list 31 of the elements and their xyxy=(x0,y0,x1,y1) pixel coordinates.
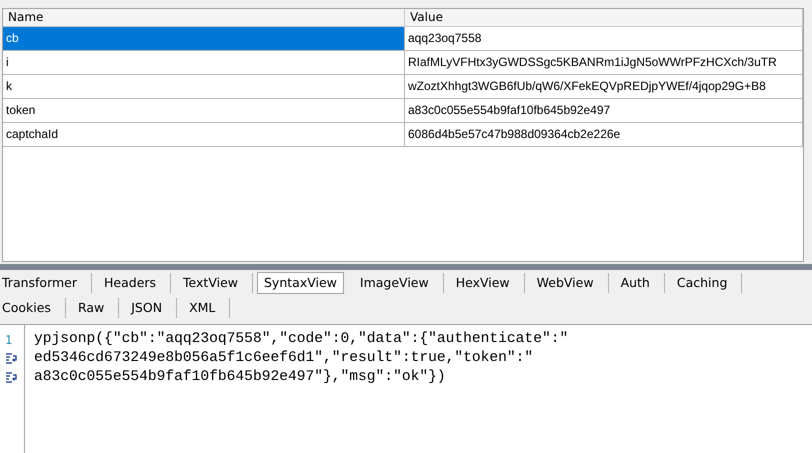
tab[interactable]: Raw xyxy=(66,298,120,318)
table-cell: wZoztXhhgt3WGB6fUb/qW6/XFekEQVpREDjpYWEf/4jqop29G+B8 xyxy=(405,75,803,99)
table-cell[interactable]: k xyxy=(3,75,405,99)
column-header[interactable]: Value xyxy=(405,9,803,27)
table-cell[interactable]: captchaId xyxy=(3,123,405,147)
table-cell[interactable]: i xyxy=(3,51,405,75)
tab[interactable]: SyntaxView xyxy=(257,272,344,294)
tab[interactable]: JSON xyxy=(119,298,178,318)
table-cell: aqq23oq7558 xyxy=(405,27,803,51)
table-cell: 6086d4b5e57c47b988d09364cb2e226e xyxy=(405,123,803,147)
tab[interactable]: WebView xyxy=(524,272,609,292)
tab[interactable]: Headers xyxy=(92,272,172,292)
code-line: ypjsonp({"cb":"aqq23oq7558","code":0,"data":{"authenticate":" xyxy=(34,330,568,349)
tab[interactable]: TextView xyxy=(171,272,253,292)
code-line: ed5346cd673249e8b056a5f1c6eef6d1","result":true,"token":" xyxy=(34,349,534,368)
line-wrap-icon xyxy=(5,353,18,364)
tab[interactable]: Auth xyxy=(608,272,665,292)
tab[interactable]: XML xyxy=(177,298,230,318)
tab[interactable]: HexView xyxy=(444,272,525,292)
line-number: 1 xyxy=(5,332,12,346)
tab[interactable]: ImageView xyxy=(348,272,444,292)
table-cell[interactable]: cb xyxy=(3,27,405,51)
line-wrap-icon xyxy=(5,372,18,383)
tab[interactable]: Transformer xyxy=(0,272,92,292)
table-cell: a83c0c055e554b9faf10fb645b92e497 xyxy=(405,99,803,123)
table-cell: RIafMLyVFHtx3yGWDSSgc5KBANRm1iJgN5oWWrPFzHCXch/3uTR xyxy=(405,51,803,75)
table-cell[interactable]: token xyxy=(3,99,405,123)
code-line: a83c0c055e554b9faf10fb645b92e497"},"msg":"ok"}) xyxy=(34,368,447,387)
tab[interactable]: Caching xyxy=(664,272,742,292)
tab[interactable]: Cookies xyxy=(0,298,66,318)
column-header[interactable]: Name xyxy=(3,9,405,27)
